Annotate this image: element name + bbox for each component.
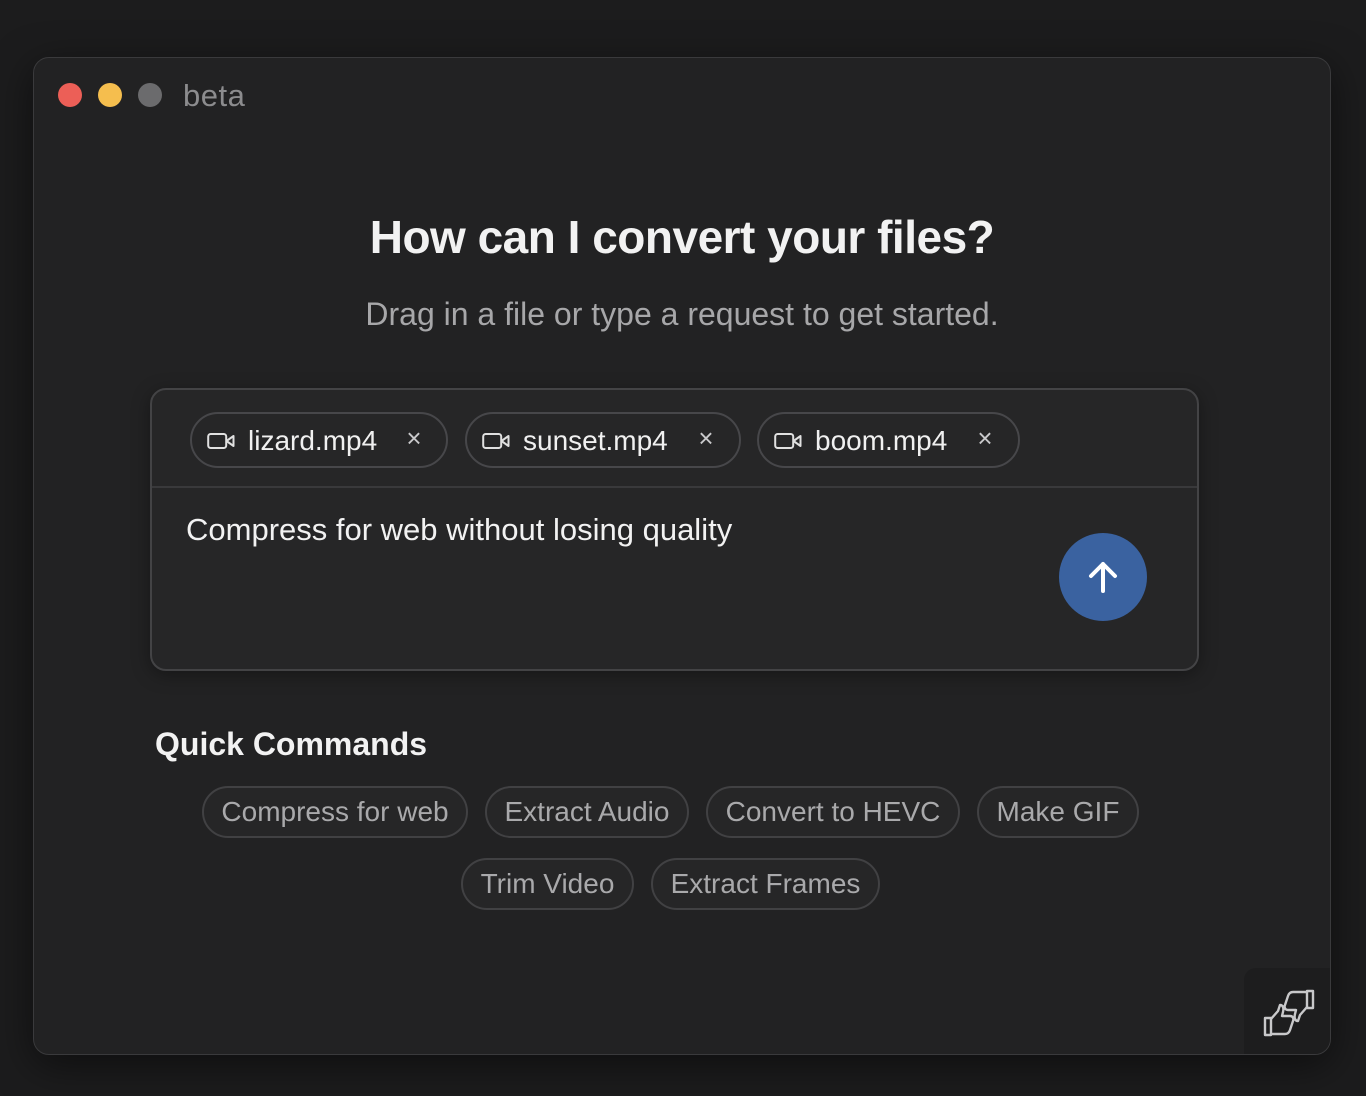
- app-title: beta: [183, 78, 246, 113]
- attachment-name: sunset.mp4: [523, 425, 668, 456]
- attachment-name: boom.mp4: [815, 425, 948, 456]
- send-button[interactable]: [1059, 533, 1147, 621]
- request-composer: lizard.mp4 × sunset.mp4 × boom.mp4 × Com…: [150, 388, 1199, 671]
- remove-attachment-button[interactable]: ×: [402, 423, 426, 455]
- attachment-chip[interactable]: sunset.mp4 ×: [465, 412, 741, 468]
- page-title: How can I convert your files?: [369, 211, 995, 263]
- attachment-chip[interactable]: boom.mp4 ×: [757, 412, 1020, 468]
- minimize-window-button[interactable]: [98, 83, 122, 107]
- maximize-window-button[interactable]: [138, 83, 162, 107]
- quick-command-extract-frames[interactable]: Extract Frames: [651, 858, 880, 910]
- close-window-button[interactable]: [58, 83, 82, 107]
- title-bar: beta: [34, 58, 1330, 122]
- remove-attachment-button[interactable]: ×: [694, 423, 718, 455]
- prompt-input[interactable]: Compress for web without losing quality: [186, 512, 732, 548]
- quick-command-extract-audio[interactable]: Extract Audio: [485, 786, 689, 838]
- quick-command-trim-video[interactable]: Trim Video: [461, 858, 634, 910]
- quick-command-convert-to-hevc[interactable]: Convert to HEVC: [706, 786, 960, 838]
- app-window: beta How can I convert your files? Drag …: [33, 57, 1331, 1055]
- video-icon: [774, 433, 802, 449]
- arrow-up-icon: [1089, 562, 1117, 593]
- thumbs-feedback-icon: [1263, 989, 1315, 1037]
- attachment-chip[interactable]: lizard.mp4 ×: [190, 412, 448, 468]
- video-icon: [207, 433, 235, 449]
- feedback-button[interactable]: [1244, 968, 1330, 1054]
- attachments-row: lizard.mp4 × sunset.mp4 × boom.mp4 ×: [152, 390, 1197, 488]
- quick-command-make-gif[interactable]: Make GIF: [977, 786, 1139, 838]
- attachment-name: lizard.mp4: [248, 425, 378, 456]
- quick-command-compress-for-web[interactable]: Compress for web: [202, 786, 468, 838]
- remove-attachment-button[interactable]: ×: [973, 423, 997, 455]
- quick-commands-title: Quick Commands: [155, 726, 428, 762]
- page-subtitle: Drag in a file or type a request to get …: [365, 296, 999, 332]
- video-icon: [482, 433, 510, 449]
